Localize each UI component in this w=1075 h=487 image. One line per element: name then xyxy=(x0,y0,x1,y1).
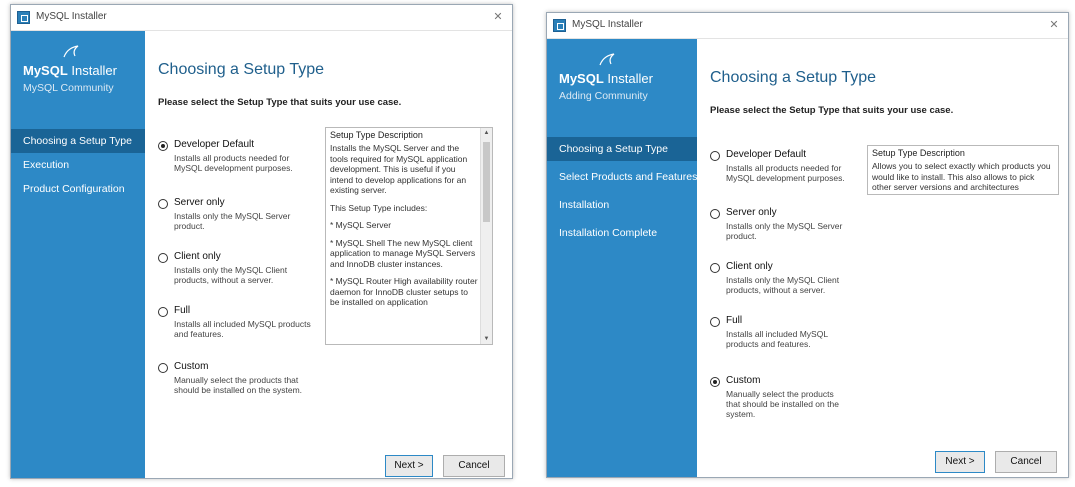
client-only-radio[interactable] xyxy=(710,263,720,273)
client-only-radio[interactable] xyxy=(158,253,168,263)
close-icon[interactable]: ✕ xyxy=(490,9,506,25)
brand-name: MySQL Installer xyxy=(559,71,653,86)
panel-paragraph: This Setup Type includes: xyxy=(330,202,428,213)
full-radio[interactable] xyxy=(710,317,720,327)
page-subtitle: Please select the Setup Type that suits … xyxy=(710,105,954,116)
custom-radio[interactable] xyxy=(710,377,720,387)
page-subtitle: Please select the Setup Type that suits … xyxy=(158,97,402,108)
sidebar: MySQL Installer MySQL Community Choosing… xyxy=(11,31,145,478)
step-execution[interactable]: Execution xyxy=(11,153,145,177)
option-description: Installs all included MySQL products and… xyxy=(174,319,311,339)
main-content: Choosing a Setup Type Please select the … xyxy=(697,39,1068,477)
option-description: Installs all included MySQL products and… xyxy=(726,329,828,349)
setup-type-description-panel: Setup Type Description Allows you to sel… xyxy=(867,145,1059,195)
sidebar: MySQL Installer Adding Community Choosin… xyxy=(547,39,697,477)
option-name: Full xyxy=(726,315,743,326)
cancel-button[interactable]: Cancel xyxy=(995,451,1057,473)
step-installation[interactable]: Installation xyxy=(547,193,697,217)
brand-edition: MySQL Community xyxy=(23,82,114,94)
option-name: Client only xyxy=(174,251,221,262)
full-radio[interactable] xyxy=(158,307,168,317)
next-button[interactable]: Next > xyxy=(935,451,985,473)
step-product-configuration[interactable]: Product Configuration xyxy=(11,177,145,201)
panel-paragraph: Installs the MySQL Server and the tools … xyxy=(330,143,468,195)
panel-title: Setup Type Description xyxy=(330,130,423,140)
installer-window-left: MySQL Installer ✕ MySQL Installer MySQL … xyxy=(10,4,513,479)
next-button[interactable]: Next > xyxy=(385,455,433,477)
option-name: Developer Default xyxy=(726,149,807,160)
step-select-products-and-features[interactable]: Select Products and Features xyxy=(547,165,697,189)
page-title: Choosing a Setup Type xyxy=(710,69,877,86)
developer-default-radio[interactable] xyxy=(710,151,720,161)
panel-title: Setup Type Description xyxy=(872,148,965,158)
main-content: Choosing a Setup Type Please select the … xyxy=(145,31,512,478)
mysql-installer-icon xyxy=(553,19,566,32)
option-description: Installs only the MySQL Server product. xyxy=(726,221,843,241)
panel-paragraph: * MySQL Shell The new MySQL client appli… xyxy=(330,237,476,269)
option-description: Installs all products needed for MySQL d… xyxy=(726,163,845,183)
option-name: Custom xyxy=(174,361,209,372)
mysql-installer-icon xyxy=(17,11,30,24)
option-description: Installs all products needed for MySQL d… xyxy=(174,153,293,173)
option-description: Manually select the products that should… xyxy=(726,389,839,419)
step-installation-complete[interactable]: Installation Complete xyxy=(547,221,697,245)
option-name: Developer Default xyxy=(174,139,255,150)
developer-default-radio[interactable] xyxy=(158,141,168,151)
dolphin-icon xyxy=(63,45,79,58)
window-title: MySQL Installer xyxy=(36,11,107,22)
dolphin-icon xyxy=(599,53,615,66)
step-list: Choosing a Setup Type Select Products an… xyxy=(547,137,697,249)
custom-radio[interactable] xyxy=(158,363,168,373)
scroll-down-icon[interactable]: ▼ xyxy=(481,334,492,344)
page-title: Choosing a Setup Type xyxy=(158,61,325,78)
option-name: Server only xyxy=(174,197,225,208)
server-only-radio[interactable] xyxy=(710,209,720,219)
brand-edition: Adding Community xyxy=(559,90,648,102)
option-name: Custom xyxy=(726,375,761,386)
option-description: Installs only the MySQL Client products,… xyxy=(726,275,840,295)
title-bar: MySQL Installer ✕ xyxy=(547,13,1068,39)
option-description: Installs only the MySQL Client products,… xyxy=(174,265,288,285)
option-description: Installs only the MySQL Server product. xyxy=(174,211,291,231)
window-title: MySQL Installer xyxy=(572,19,643,30)
description-scrollbar[interactable]: ▲ ▼ xyxy=(480,128,492,344)
panel-paragraph: Allows you to select exactly which produ… xyxy=(872,161,1051,194)
installer-window-right: MySQL Installer ✕ MySQL Installer Adding… xyxy=(546,12,1069,478)
server-only-radio[interactable] xyxy=(158,199,168,209)
title-bar: MySQL Installer ✕ xyxy=(11,5,512,31)
panel-body: Installs the MySQL Server and the tools … xyxy=(326,143,492,308)
cancel-button[interactable]: Cancel xyxy=(443,455,505,477)
option-description: Manually select the products that should… xyxy=(174,375,303,395)
setup-type-description-panel: Setup Type Description Installs the MySQ… xyxy=(325,127,493,345)
option-name: Full xyxy=(174,305,191,316)
scroll-up-icon[interactable]: ▲ xyxy=(481,128,492,138)
scrollbar-thumb[interactable] xyxy=(483,142,490,222)
brand-name: MySQL Installer xyxy=(23,63,117,78)
panel-paragraph: * MySQL Server xyxy=(330,220,392,230)
brand-logo: MySQL Installer MySQL Community xyxy=(23,45,153,105)
step-list: Choosing a Setup Type Execution Product … xyxy=(11,129,145,201)
option-name: Server only xyxy=(726,207,777,218)
close-icon[interactable]: ✕ xyxy=(1046,17,1062,33)
panel-paragraph: * MySQL Router High availability router … xyxy=(330,276,478,307)
brand-logo: MySQL Installer Adding Community xyxy=(559,53,689,113)
step-choosing-setup-type[interactable]: Choosing a Setup Type xyxy=(547,137,697,161)
step-choosing-setup-type[interactable]: Choosing a Setup Type xyxy=(11,129,145,153)
panel-body: Allows you to select exactly which produ… xyxy=(868,161,1058,194)
option-name: Client only xyxy=(726,261,773,272)
